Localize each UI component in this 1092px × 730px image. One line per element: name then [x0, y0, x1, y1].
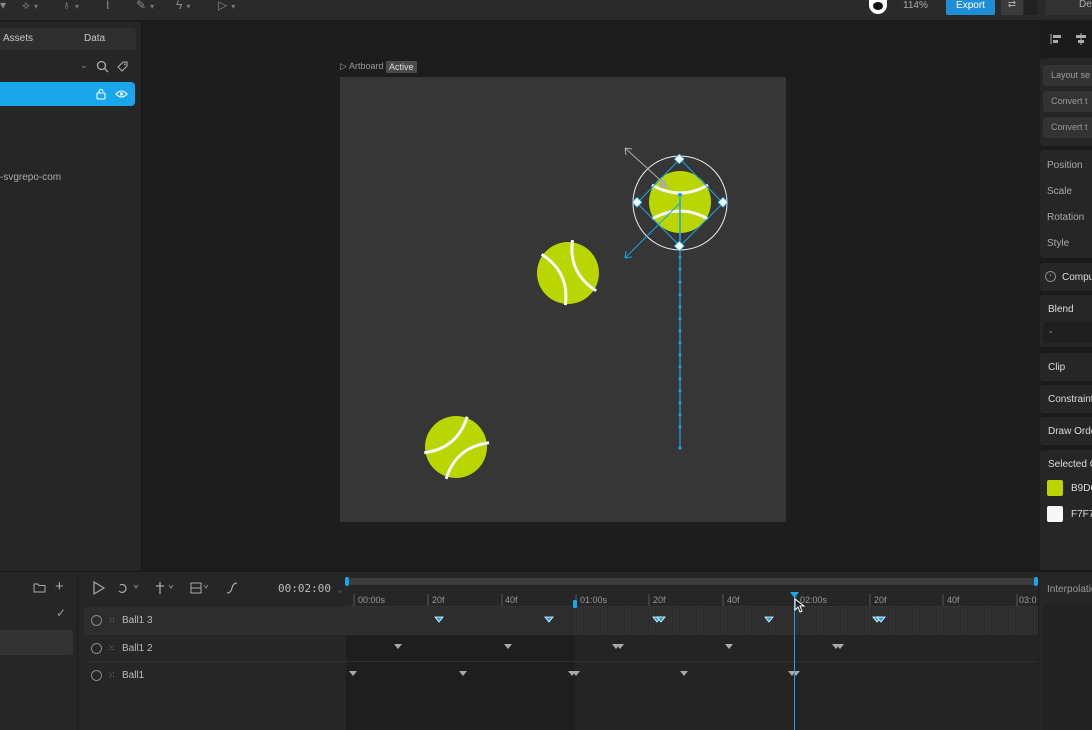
- chevron-down-icon[interactable]: ⌄: [80, 60, 88, 71]
- align-center-icon[interactable]: [1075, 33, 1087, 45]
- eye-icon[interactable]: [115, 89, 128, 99]
- color-swatch-2[interactable]: [1047, 506, 1063, 522]
- convert-button-2[interactable]: Convert t: [1043, 117, 1092, 138]
- blend-label: Blend: [1048, 304, 1074, 315]
- layer-name: Ball1 3: [122, 615, 153, 626]
- timecode-value: 00:02:00: [278, 582, 331, 595]
- panel-tabs: Assets Data: [0, 28, 136, 50]
- tennis-ball-1[interactable]: [424, 416, 490, 480]
- expand-icon[interactable]: ›: [1045, 271, 1056, 282]
- tennis-ball-2[interactable]: [537, 239, 599, 306]
- text-tool-icon[interactable]: I: [106, 0, 109, 14]
- layout-icon[interactable]: [190, 582, 209, 594]
- add-icon[interactable]: +: [55, 578, 64, 595]
- align-left-icon[interactable]: [1050, 33, 1062, 45]
- keyframes[interactable]: [346, 607, 1038, 730]
- folder-icon[interactable]: [33, 582, 46, 593]
- timecode[interactable]: 00:02:00 ⌄: [278, 582, 342, 595]
- mouse-cursor-icon: [794, 598, 806, 613]
- loop-icon[interactable]: [118, 583, 139, 594]
- selected-colors-label: Selected C: [1048, 459, 1092, 470]
- design-tab[interactable]: De: [1046, 0, 1092, 15]
- event-tool-icon[interactable]: ϟ ▾: [176, 0, 190, 14]
- easing-icon[interactable]: [226, 582, 238, 594]
- artboard-content[interactable]: [340, 77, 786, 522]
- draw-order-label: Draw Orde: [1048, 426, 1092, 437]
- color-hex-2[interactable]: F7F7: [1071, 509, 1092, 520]
- clip-label: Clip: [1048, 362, 1066, 373]
- group-icon: ⁙: [108, 670, 116, 680]
- filter-row: ⌄: [0, 58, 136, 76]
- zoom-level[interactable]: 114%: [903, 0, 928, 11]
- snap-icon[interactable]: [156, 582, 174, 594]
- pen-tool-icon[interactable]: ✎ ▾: [136, 0, 154, 14]
- position-label: Position: [1047, 160, 1083, 171]
- search-icon[interactable]: [96, 60, 109, 73]
- tag-icon[interactable]: [117, 61, 128, 72]
- swap-icon[interactable]: ⇄: [1001, 0, 1023, 15]
- tool-menu-icon[interactable]: ▾: [0, 0, 6, 14]
- expand-icon[interactable]: [91, 670, 102, 681]
- layer-name: Ball1: [122, 670, 145, 681]
- playhead[interactable]: [794, 596, 795, 730]
- computed-label[interactable]: Compu: [1062, 272, 1092, 283]
- tab-data[interactable]: Data: [84, 33, 105, 44]
- interpolation-label: Interpolatio: [1047, 584, 1092, 595]
- selected-layer-row[interactable]: [0, 82, 135, 106]
- toolbar-blank-button[interactable]: [1024, 0, 1038, 15]
- lock-icon[interactable]: [96, 88, 106, 100]
- scrollbar-handles[interactable]: [344, 576, 1040, 588]
- avatar[interactable]: [869, 0, 887, 14]
- animation-list-item[interactable]: [0, 630, 73, 655]
- bone-tool-icon[interactable]: ♁ ▾: [62, 0, 79, 14]
- convert-button-1[interactable]: Convert t: [1043, 91, 1092, 112]
- color-hex-1[interactable]: B9D6: [1071, 483, 1092, 494]
- interpolation-area: [1043, 605, 1092, 730]
- expand-icon[interactable]: [91, 615, 102, 626]
- group-icon: ⁙: [108, 615, 116, 625]
- artboard-name: Artboard: [348, 61, 384, 71]
- tab-assets[interactable]: Assets: [3, 33, 33, 44]
- timeline-left-panel: + ✓: [0, 571, 77, 730]
- layer-name: Ball1 2: [122, 643, 153, 654]
- asset-list-item[interactable]: -svgrepo-com: [0, 172, 61, 183]
- work-area-start-marker[interactable]: [573, 600, 577, 608]
- constraints-label: Constraint: [1048, 394, 1092, 405]
- rotation-label: Rotation: [1047, 212, 1085, 223]
- color-swatch-1[interactable]: [1047, 480, 1063, 496]
- component-tool-icon[interactable]: ⟡ ▾: [22, 0, 38, 14]
- artboard-label[interactable]: ▷ Artboard: [340, 61, 383, 72]
- play-tool-icon[interactable]: ▷ ▾: [218, 0, 235, 14]
- blend-mode-select[interactable]: -: [1043, 322, 1092, 343]
- export-button[interactable]: Export: [946, 0, 995, 15]
- group-icon: ⁙: [108, 643, 116, 653]
- layout-settings-button[interactable]: Layout se: [1043, 65, 1092, 86]
- check-icon[interactable]: ✓: [56, 606, 66, 620]
- play-icon[interactable]: [93, 580, 106, 596]
- hierarchy-panel: Assets Data ⌄ -svgrepo-com: [0, 22, 141, 571]
- scale-label: Scale: [1047, 186, 1073, 197]
- style-label: Style: [1047, 238, 1070, 249]
- playback-controls: [93, 580, 238, 596]
- ruler-ticks: [346, 594, 1038, 607]
- artboard-state-badge: Active: [386, 61, 417, 73]
- top-toolbar: ▾ ⟡ ▾ ♁ ▾ I ✎ ▾ ϟ ▾ ▷ ▾ 114% Export ⇄ De: [0, 0, 1092, 21]
- expand-icon[interactable]: [91, 643, 102, 654]
